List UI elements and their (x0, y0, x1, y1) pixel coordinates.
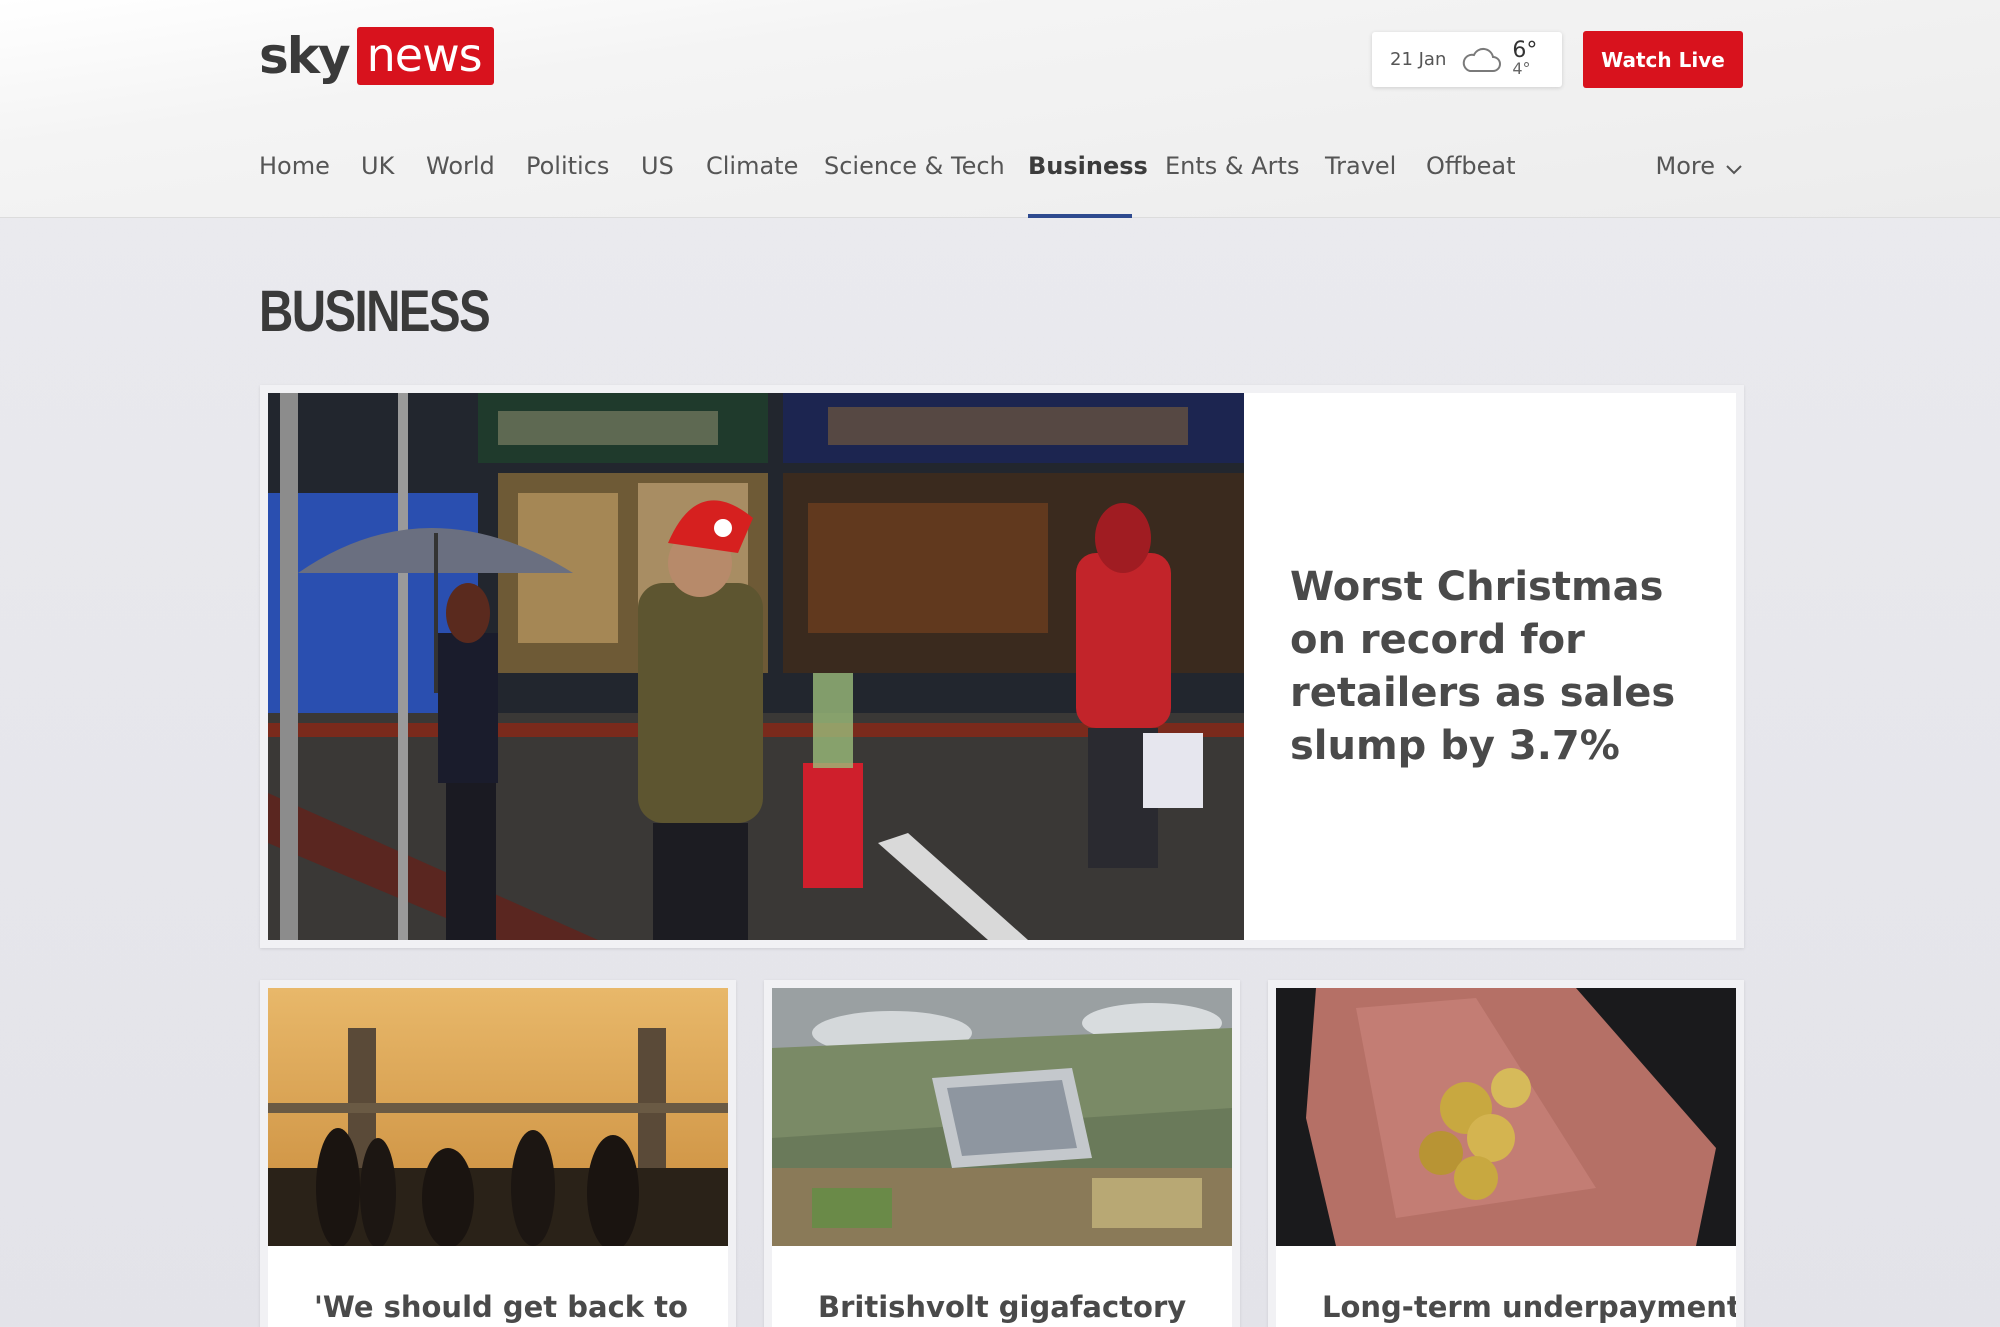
article-card-1-image[interactable] (268, 988, 728, 1246)
article-card-2[interactable]: Britishvolt gigafactory (764, 980, 1240, 1327)
coins-in-hand-illustration (1276, 988, 1736, 1246)
sky-news-logo[interactable]: sky news (259, 26, 494, 86)
article-card-3-image[interactable] (1276, 988, 1736, 1246)
weather-widget[interactable]: 21 Jan 6° 4° (1372, 32, 1562, 87)
watch-live-button[interactable]: Watch Live (1583, 31, 1743, 88)
article-card-1-headline[interactable]: 'We should get back to (314, 1290, 688, 1324)
nav-item-politics[interactable]: Politics (526, 152, 609, 218)
chevron-down-icon (1726, 165, 1742, 175)
nav-item-offbeat[interactable]: Offbeat (1426, 152, 1516, 218)
weather-temperatures: 6° 4° (1512, 37, 1538, 78)
weather-date: 21 Jan (1390, 49, 1447, 70)
nav-item-ents-arts[interactable]: Ents & Arts (1165, 152, 1299, 218)
nav-item-us[interactable]: US (641, 152, 674, 218)
temperature-low: 4° (1512, 58, 1531, 78)
nav-more-menu[interactable]: More (1656, 152, 1744, 180)
article-card-2-image[interactable] (772, 988, 1232, 1246)
nav-item-climate[interactable]: Climate (706, 152, 798, 218)
gigafactory-aerial-illustration (772, 988, 1232, 1246)
hero-article-image[interactable] (268, 393, 1244, 940)
site-header: sky news 21 Jan 6° 4° Watch Live Home UK… (0, 0, 2000, 218)
article-card-3[interactable]: Long-term underpayment (1268, 980, 1744, 1327)
nav-item-uk[interactable]: UK (361, 152, 394, 218)
main-navigation: Home UK World Politics US Climate Scienc… (259, 140, 1743, 218)
article-card-3-headline[interactable]: Long-term underpayment (1322, 1290, 1736, 1324)
bridge-silhouette-illustration (268, 988, 728, 1246)
hero-headline[interactable]: Worst Christmas on record for retailers … (1290, 561, 1696, 773)
nav-item-home[interactable]: Home (259, 152, 330, 218)
logo-news-text: news (356, 27, 494, 85)
nav-item-science-tech[interactable]: Science & Tech (824, 152, 1005, 218)
active-tab-underline (1028, 214, 1132, 218)
nav-item-business[interactable]: Business (1028, 152, 1148, 218)
nav-item-travel[interactable]: Travel (1325, 152, 1396, 218)
nav-item-business-label: Business (1028, 152, 1148, 180)
article-card-1[interactable]: 'We should get back to (260, 980, 736, 1327)
temperature-high: 6° (1512, 37, 1538, 63)
street-scene-illustration (268, 393, 1244, 940)
hero-article-card[interactable]: Worst Christmas on record for retailers … (260, 385, 1744, 948)
page-title: BUSINESS (259, 279, 491, 344)
logo-sky-text: sky (259, 27, 351, 85)
nav-item-world[interactable]: World (426, 152, 495, 218)
nav-more-label: More (1655, 152, 1716, 180)
hero-article-text[interactable]: Worst Christmas on record for retailers … (1244, 393, 1736, 940)
article-card-2-headline[interactable]: Britishvolt gigafactory (818, 1290, 1186, 1324)
cloud-icon (1463, 47, 1502, 72)
